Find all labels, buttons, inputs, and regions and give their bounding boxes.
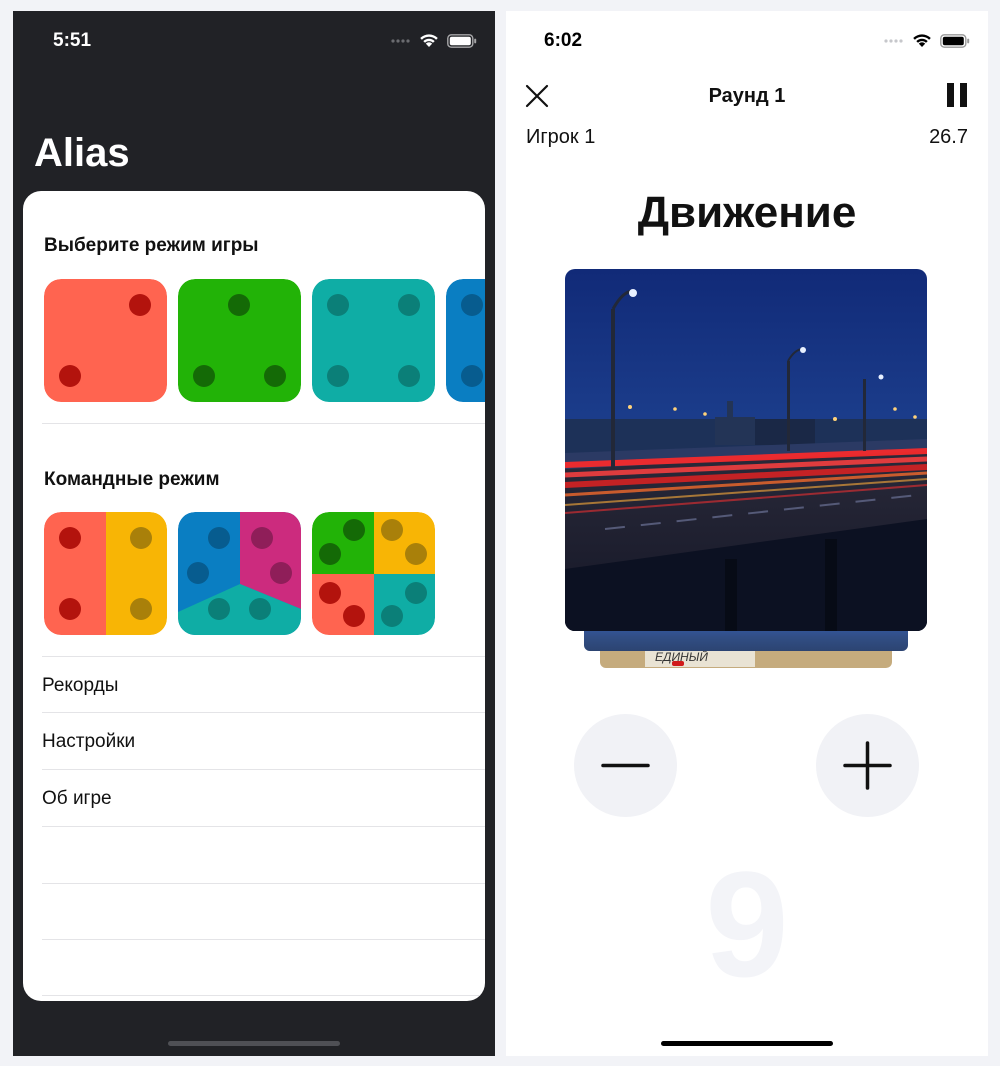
menu-item-records[interactable]: Рекорды <box>42 675 118 697</box>
minus-icon <box>601 763 650 768</box>
team-mode-three-teams[interactable] <box>178 512 301 635</box>
round-timer: 26.7 <box>929 126 968 148</box>
wifi-icon <box>420 34 438 47</box>
status-icons <box>391 33 477 48</box>
app-title: Alias <box>34 131 130 175</box>
menu-divider <box>42 712 485 713</box>
status-time: 5:51 <box>53 30 92 51</box>
status-icons <box>884 33 970 48</box>
status-bar: 5:51 <box>13 11 495 69</box>
minus-button[interactable] <box>574 714 677 817</box>
current-player: Игрок 1 <box>526 126 596 148</box>
empty-row-divider <box>42 883 485 884</box>
team-modes-row <box>44 512 435 635</box>
empty-row-divider <box>42 995 485 996</box>
mode-dice-five[interactable] <box>446 279 485 402</box>
game-round-screen: 6:02 Раунд 1 Игрок 1 26.7 Движение ЕДИНЫ… <box>506 11 988 1056</box>
mode-dice-four[interactable] <box>312 279 435 402</box>
team-modes-heading: Командные режим <box>44 469 220 490</box>
team-mode-four-teams[interactable] <box>312 512 435 635</box>
home-indicator[interactable] <box>661 1041 833 1046</box>
cellular-signal-icon <box>391 38 410 43</box>
plus-button[interactable] <box>816 714 919 817</box>
wifi-icon <box>913 34 931 47</box>
home-indicator[interactable] <box>168 1041 340 1046</box>
mode-dice-three[interactable] <box>178 279 301 402</box>
word-card-stack[interactable]: ЕДИНЫЙ <box>565 269 927 671</box>
main-menu-screen: 5:51 Alias Выберите режим игры Командные… <box>13 11 495 1056</box>
menu-divider <box>42 826 485 827</box>
cellular-signal-icon <box>884 38 903 43</box>
battery-icon <box>447 33 477 48</box>
battery-icon <box>940 33 970 48</box>
section-divider <box>42 423 485 424</box>
status-time: 6:02 <box>544 30 583 51</box>
mode-dice-two[interactable] <box>44 279 167 402</box>
menu-card: Выберите режим игры Командные режим Реко… <box>23 191 485 1001</box>
status-bar: 6:02 <box>506 11 988 69</box>
team-mode-two-teams[interactable] <box>44 512 167 635</box>
section-divider <box>42 656 485 657</box>
plus-icon <box>843 741 892 790</box>
round-score: 9 <box>705 840 789 1008</box>
game-modes-heading: Выберите режим игры <box>44 235 259 256</box>
menu-divider <box>42 769 485 770</box>
game-modes-row <box>44 279 485 402</box>
current-word: Движение <box>637 188 857 237</box>
menu-item-settings[interactable]: Настройки <box>42 731 135 753</box>
word-photo: ЕДИНЫЙ <box>565 269 927 668</box>
round-title: Раунд 1 <box>708 85 786 107</box>
menu-item-about[interactable]: Об игре <box>42 788 112 810</box>
pause-icon[interactable] <box>946 82 968 108</box>
empty-row-divider <box>42 939 485 940</box>
